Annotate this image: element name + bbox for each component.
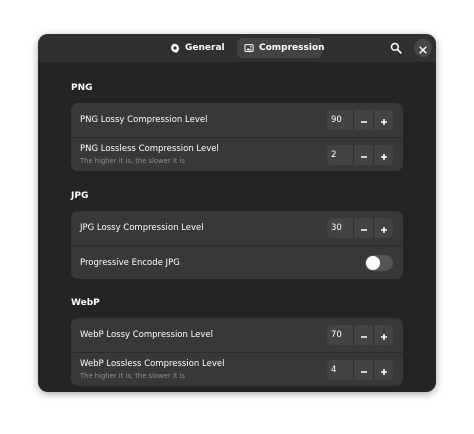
plus-icon: [380, 146, 388, 165]
png-lossy-decrease-button[interactable]: [353, 110, 373, 130]
png-lossy-increase-button[interactable]: [373, 110, 393, 130]
section-title-webp: WebP: [71, 298, 100, 308]
png-group: PNG Lossy Compression Level 90 PNG Lossl…: [71, 103, 403, 171]
close-icon: [419, 39, 427, 58]
minus-icon: [360, 219, 368, 238]
preferences-window: General Compression PNG PNG Lossy Compre…: [38, 34, 436, 392]
switch-knob: [366, 256, 380, 270]
tab-general-label: General: [185, 43, 225, 53]
headerbar: General Compression: [38, 34, 436, 62]
png-lossless-subtitle: The higher it is, the slower it is: [80, 157, 185, 165]
plus-icon: [380, 361, 388, 380]
tab-general[interactable]: General: [163, 38, 227, 58]
webp-lossy-increase-button[interactable]: [373, 325, 393, 345]
section-title-png: PNG: [71, 83, 93, 93]
png-lossless-decrease-button[interactable]: [353, 145, 373, 165]
webp-group: WebP Lossy Compression Level 70 WebP Los…: [71, 318, 403, 386]
webp-lossy-value[interactable]: 70: [327, 325, 353, 345]
png-lossless-spinbutton[interactable]: 2: [327, 145, 393, 165]
jpg-lossy-spinbutton[interactable]: 30: [327, 218, 393, 238]
progressive-encode-switch[interactable]: [365, 255, 393, 271]
webp-lossless-label: WebP Lossless Compression Level: [80, 359, 225, 369]
jpg-lossy-increase-button[interactable]: [373, 218, 393, 238]
plus-icon: [380, 111, 388, 130]
webp-lossless-row: WebP Lossless Compression Level The high…: [71, 352, 403, 386]
webp-lossy-spinbutton[interactable]: 70: [327, 325, 393, 345]
tab-compression[interactable]: Compression: [237, 38, 325, 58]
plus-icon: [380, 219, 388, 238]
jpg-progressive-row: Progressive Encode JPG: [71, 245, 403, 279]
webp-lossy-decrease-button[interactable]: [353, 325, 373, 345]
png-lossy-spinbutton[interactable]: 90: [327, 110, 393, 130]
jpg-group: JPG Lossy Compression Level 30 Progressi…: [71, 211, 403, 279]
section-title-jpg: JPG: [71, 191, 89, 201]
preferences-content: PNG PNG Lossy Compression Level 90 PNG L…: [38, 62, 436, 392]
search-icon: [390, 39, 402, 58]
webp-lossy-row: WebP Lossy Compression Level 70: [71, 318, 403, 352]
png-lossy-label: PNG Lossy Compression Level: [80, 115, 208, 125]
jpg-progressive-label: Progressive Encode JPG: [80, 258, 180, 268]
png-lossless-value[interactable]: 2: [327, 145, 353, 165]
minus-icon: [360, 361, 368, 380]
tab-compression-label: Compression: [259, 43, 325, 53]
webp-lossless-increase-button[interactable]: [373, 360, 393, 380]
minus-icon: [360, 326, 368, 345]
png-lossy-value[interactable]: 90: [327, 110, 353, 130]
minus-icon: [360, 146, 368, 165]
webp-lossless-value[interactable]: 4: [327, 360, 353, 380]
jpg-lossy-label: JPG Lossy Compression Level: [80, 223, 204, 233]
jpg-lossy-row: JPG Lossy Compression Level 30: [71, 211, 403, 245]
png-lossless-label: PNG Lossless Compression Level: [80, 144, 219, 154]
webp-lossy-label: WebP Lossy Compression Level: [80, 330, 214, 340]
webp-lossless-decrease-button[interactable]: [353, 360, 373, 380]
minus-icon: [360, 111, 368, 130]
plus-icon: [380, 326, 388, 345]
jpg-lossy-decrease-button[interactable]: [353, 218, 373, 238]
png-lossless-row: PNG Lossless Compression Level The highe…: [71, 137, 403, 171]
gear-icon: [170, 43, 180, 53]
jpg-lossy-value[interactable]: 30: [327, 218, 353, 238]
png-lossless-increase-button[interactable]: [373, 145, 393, 165]
webp-lossless-subtitle: The higher it is, the slower it is: [80, 372, 185, 380]
search-button[interactable]: [387, 39, 405, 57]
image-icon: [244, 43, 254, 53]
close-button[interactable]: [414, 39, 432, 57]
png-lossy-row: PNG Lossy Compression Level 90: [71, 103, 403, 137]
webp-lossless-spinbutton[interactable]: 4: [327, 360, 393, 380]
